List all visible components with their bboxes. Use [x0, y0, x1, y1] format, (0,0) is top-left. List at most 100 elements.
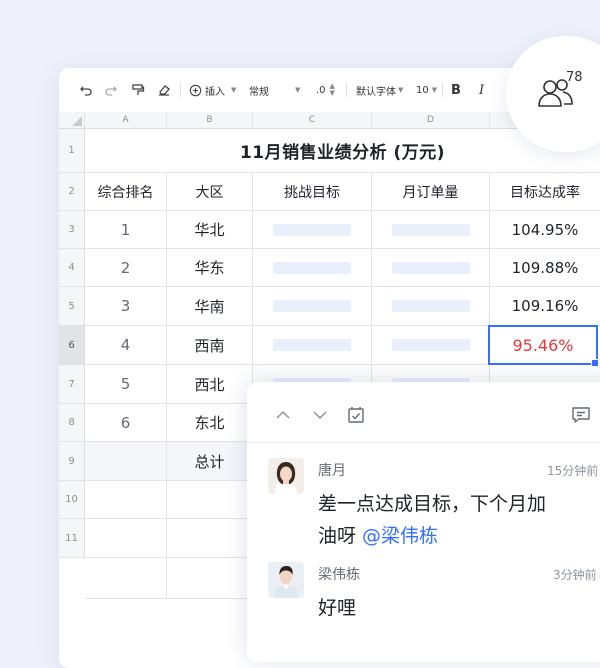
- comment-text-line2: 油呀: [318, 525, 363, 547]
- comment-author[interactable]: 唐月: [318, 460, 346, 480]
- decimal-label: .0: [316, 84, 326, 96]
- bold-button[interactable]: B: [451, 82, 461, 98]
- rate-cell[interactable]: 109.88%: [490, 249, 600, 287]
- target-cell[interactable]: [253, 287, 372, 326]
- font-size-select[interactable]: 10 ▼: [416, 82, 437, 98]
- row-header-2[interactable]: 2: [59, 173, 85, 211]
- header-rate[interactable]: 目标达成率: [490, 173, 600, 211]
- total-label[interactable]: 总计: [167, 442, 253, 481]
- undo-icon[interactable]: [79, 82, 93, 98]
- avatar[interactable]: [268, 458, 304, 494]
- empty-cell[interactable]: [85, 519, 167, 558]
- number-format-select[interactable]: 常规 ▼: [249, 82, 300, 98]
- header-region[interactable]: 大区: [167, 173, 253, 211]
- format-painter-icon[interactable]: [131, 82, 145, 98]
- region-cell[interactable]: 东北: [167, 404, 253, 442]
- size-label: 10: [416, 84, 429, 96]
- comment-time: 15分钟前: [547, 464, 599, 478]
- chevron-down-icon[interactable]: [312, 410, 328, 420]
- insert-menu[interactable]: 插入 ▼: [189, 82, 236, 98]
- row-header-9[interactable]: 9: [59, 442, 85, 481]
- header-orders[interactable]: 月订单量: [372, 173, 490, 211]
- placeholder-bar: [273, 339, 351, 351]
- region-cell[interactable]: 华东: [167, 249, 253, 287]
- chevron-up-icon[interactable]: [275, 410, 291, 420]
- row-header-4[interactable]: 4: [59, 249, 85, 287]
- insert-label: 插入: [205, 86, 225, 98]
- plus-circle-icon: [189, 84, 202, 96]
- row-header-5[interactable]: 5: [59, 287, 85, 326]
- rank-cell[interactable]: 2: [85, 249, 167, 287]
- empty-cell[interactable]: [167, 558, 253, 599]
- font-label: 默认字体: [356, 86, 396, 98]
- region-cell[interactable]: 西北: [167, 365, 253, 404]
- placeholder-bar: [273, 223, 351, 236]
- rank-cell[interactable]: 6: [85, 404, 167, 442]
- mention-link[interactable]: @梁伟栋: [362, 525, 438, 547]
- comment-text: 差一点达成目标，下个月加 油呀 @梁伟栋: [318, 488, 546, 552]
- format-label: 常规: [249, 86, 269, 98]
- placeholder-bar: [391, 223, 470, 236]
- row-header-8[interactable]: 8: [59, 404, 85, 442]
- header-target[interactable]: 挑战目标: [253, 173, 372, 211]
- italic-button[interactable]: I: [479, 82, 484, 98]
- eraser-icon[interactable]: [157, 82, 171, 98]
- rank-cell[interactable]: 3: [85, 287, 167, 326]
- placeholder-bar: [273, 300, 351, 312]
- decimal-stepper[interactable]: .0 ▲ ▼: [316, 82, 335, 98]
- comment-text: 好哩: [318, 597, 357, 619]
- font-family-select[interactable]: 默认字体 ▼: [356, 82, 403, 98]
- empty-cell[interactable]: [85, 558, 167, 599]
- region-cell[interactable]: 华南: [167, 287, 253, 326]
- column-header-c[interactable]: C: [253, 112, 372, 129]
- region-cell[interactable]: 华北: [167, 211, 253, 249]
- select-all-corner[interactable]: [59, 112, 85, 129]
- orders-cell[interactable]: [372, 287, 490, 326]
- rate-cell[interactable]: 104.95%: [490, 211, 600, 249]
- stepper-arrows-icon: ▲ ▼: [329, 82, 335, 97]
- caret-down-icon: ▼: [431, 86, 438, 94]
- rank-cell[interactable]: 1: [85, 211, 167, 249]
- total-row-blank[interactable]: [85, 442, 167, 481]
- caret-down-icon: ▼: [295, 86, 301, 94]
- rank-cell[interactable]: 5: [85, 365, 167, 404]
- column-header-b[interactable]: B: [167, 112, 253, 129]
- header-rank[interactable]: 综合排名: [85, 173, 167, 211]
- target-cell[interactable]: [253, 326, 372, 365]
- comment-text-line1: 差一点达成目标，下个月加: [318, 493, 547, 515]
- redo-icon[interactable]: [104, 82, 118, 98]
- caret-down-icon: ▼: [398, 86, 404, 94]
- comments-panel: 唐月 15分钟前 差一点达成目标，下个月加 油呀 @梁伟栋 梁伟栋 3分钟前 好…: [247, 382, 600, 662]
- orders-cell[interactable]: [372, 326, 490, 365]
- target-cell[interactable]: [253, 211, 372, 249]
- column-header-d[interactable]: D: [372, 112, 490, 129]
- collaborator-count: 78: [566, 70, 583, 85]
- placeholder-bar: [391, 261, 470, 274]
- row-header-3[interactable]: 3: [59, 211, 85, 249]
- row-header-1[interactable]: 1: [59, 129, 85, 173]
- rate-cell[interactable]: 109.16%: [490, 287, 600, 326]
- rank-cell[interactable]: 4: [85, 326, 167, 365]
- caret-down-icon: ▼: [231, 86, 237, 94]
- orders-cell[interactable]: [372, 211, 490, 249]
- empty-cell[interactable]: [85, 481, 167, 519]
- column-header-a[interactable]: A: [85, 112, 167, 129]
- row-header-6[interactable]: 6: [59, 326, 85, 365]
- region-cell[interactable]: 西南: [167, 326, 253, 365]
- avatar[interactable]: [268, 562, 304, 598]
- selected-rate-cell[interactable]: 95.46%: [488, 325, 598, 365]
- orders-cell[interactable]: [372, 249, 490, 287]
- resolve-check-icon[interactable]: [347, 406, 365, 424]
- row-header-10[interactable]: 10: [59, 481, 85, 519]
- target-cell[interactable]: [253, 249, 372, 287]
- comments-header: [247, 382, 600, 443]
- comment-author[interactable]: 梁伟栋: [318, 564, 360, 584]
- comment-icon[interactable]: [571, 406, 591, 424]
- row-header-7[interactable]: 7: [59, 365, 85, 404]
- empty-cell[interactable]: [167, 481, 253, 519]
- placeholder-bar: [391, 339, 470, 351]
- placeholder-bar: [273, 261, 351, 274]
- comment-time: 3分钟前: [553, 568, 597, 582]
- empty-cell[interactable]: [167, 519, 253, 558]
- row-header-11[interactable]: 11: [59, 519, 85, 558]
